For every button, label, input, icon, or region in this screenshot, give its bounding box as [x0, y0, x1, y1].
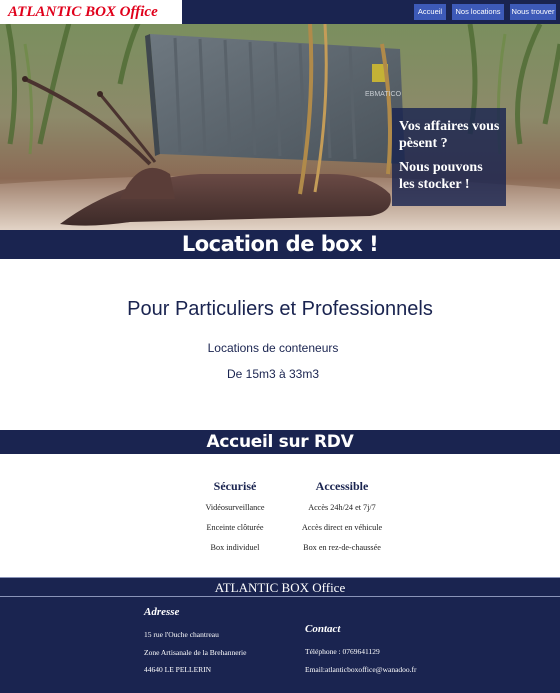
feature-title: Accessible [315, 479, 369, 493]
feature-item: Box en rez-de-chaussée [303, 543, 381, 552]
nav-nous-trouver[interactable]: Nous trouver [510, 4, 556, 20]
top-bar: ATLANTIC BOX Office Accueil Nos location… [0, 0, 560, 24]
feature-item: Accès 24h/24 et 7j/7 [308, 503, 376, 512]
hero-line-1: Vos affaires vous pèsent ? [399, 119, 500, 151]
hero-caption: Vos affaires vous pèsent ? Nous pouvons … [392, 108, 506, 206]
footer-title: ATLANTIC BOX Office [0, 577, 560, 597]
feature-title: Sécurisé [213, 479, 257, 493]
address-line: Zone Artisanale de la Brehannerie [144, 647, 247, 657]
container-label: EBMATICO [365, 91, 402, 98]
address-heading: Adresse [144, 606, 180, 618]
hero-banner: EBMATICO Vos affaires vous pèsent ? Nous… [0, 24, 560, 230]
feature-item: Accès direct en véhicule [301, 523, 383, 532]
section-line-1: Locations de conteneurs [207, 341, 339, 355]
nav-nos-locations[interactable]: Nos locations [452, 4, 504, 20]
site-logo[interactable]: ATLANTIC BOX Office [0, 0, 182, 24]
contact-phone: Téléphone : 0769641129 [305, 647, 380, 656]
section-title: Pour Particuliers et Professionnels [127, 298, 433, 320]
feature-item: Box individuel [210, 543, 260, 552]
nav-accueil[interactable]: Accueil [414, 4, 446, 20]
hero-line-2: Nous pouvons les stocker ! [399, 160, 483, 192]
address-line: 15 rue l'Ouche chantreau [144, 630, 219, 639]
footer-contact: Contact Téléphone : 0769641129 Email:atl… [305, 623, 417, 682]
section-line-2: De 15m3 à 33m3 [226, 367, 320, 381]
footer: ATLANTIC BOX Office Adresse 15 rue l'Ouc… [0, 577, 560, 693]
contact-heading: Contact [305, 623, 341, 635]
feature-accessible: Accessible Accès 24h/24 et 7j/7 Accès di… [292, 479, 392, 563]
feature-securise: Sécurisé Vidéosurveillance Enceinte clôt… [185, 479, 285, 563]
banner-location: Location de box ! [0, 230, 560, 259]
banner-rdv: Accueil sur RDV [0, 430, 560, 454]
main-nav: Accueil Nos locations Nous trouver [414, 4, 556, 20]
footer-address: Adresse 15 rue l'Ouche chantreau Zone Ar… [144, 606, 246, 683]
feature-item: Vidéosurveillance [205, 503, 265, 512]
address-line: 44640 LE PELLERIN [144, 665, 212, 674]
contact-email[interactable]: Email:atlanticboxoffice@wanadoo.fr [305, 665, 417, 683]
feature-item: Enceinte clôturée [206, 523, 264, 532]
